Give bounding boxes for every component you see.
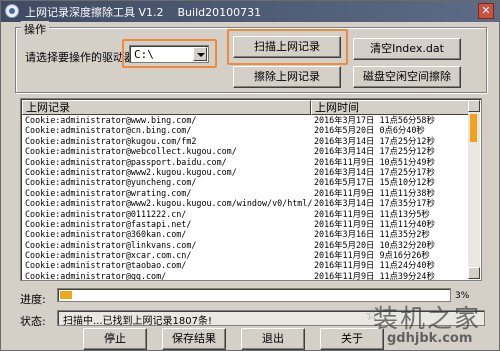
record-cell: Cookie:administrator@360kan.com/: [25, 229, 187, 240]
table-row[interactable]: Cookie:administrator@www2.kugou.kugou.co…: [22, 167, 470, 177]
table-row[interactable]: Cookie:administrator@yuncheng.com/2016年5…: [22, 177, 470, 187]
operation-group-legend: 操作: [21, 21, 49, 37]
table-row[interactable]: Cookie:administrator@xcar.com.cn/2016年11…: [22, 250, 470, 260]
record-cell: Cookie:administrator@kugou.com/fm2: [25, 135, 197, 146]
clear-index-dat-button[interactable]: 清空Index.dat: [353, 38, 461, 60]
record-cell: Cookie:administrator@cn.bing.com/: [25, 125, 192, 136]
progress-percent: 3%: [455, 291, 470, 301]
scrollbar-thumb[interactable]: [470, 114, 477, 142]
table-row[interactable]: Cookie:administrator@www2.kugou.kugou.co…: [22, 198, 470, 208]
time-cell: 2016年11月9日 11点13分5秒: [314, 208, 430, 219]
time-cell: 2016年5月17日 15点10分12秒: [314, 177, 435, 188]
table-row[interactable]: Cookie:administrator@passport.baidu.com/…: [22, 157, 470, 167]
time-cell: 2016年3月14日 17点25分12秒: [314, 146, 435, 157]
scroll-down-button[interactable]: [468, 267, 480, 279]
progress-label: 进度:: [20, 293, 46, 306]
erase-records-button[interactable]: 擦除上网记录: [233, 66, 341, 88]
status-label: 状态:: [20, 315, 46, 328]
list-header: 上网记录 上网时间: [22, 100, 470, 115]
time-cell: 2016年3月14日 17点25分12秒: [314, 135, 435, 146]
time-cell: 2016年3月14日 17点35分17秒: [314, 198, 435, 209]
record-cell: Cookie:administrator@webcollect.kugou.co…: [25, 146, 237, 157]
record-cell: Cookie:administrator@wrating.com/: [25, 187, 192, 198]
table-row[interactable]: Cookie:administrator@wrating.com/2016年11…: [22, 188, 470, 198]
app-window: 上网记录深度擦除工具 V1.2 Build20100731 ✕ 操作 请选择要操…: [0, 0, 500, 351]
status-text: 扫描中...已找到上网记录1807条!: [63, 316, 212, 327]
scan-button-highlight: [227, 29, 348, 65]
record-cell: Cookie:administrator@qq.com/: [25, 270, 167, 281]
record-cell: Cookie:administrator@www2.kugou.kugou.co…: [25, 166, 237, 177]
time-cell: 2016年11月9日 9点16分26秒: [314, 250, 430, 261]
record-cell: Cookie:administrator@www.bing.com/: [25, 115, 197, 125]
time-cell: 2016年11月9日 10点51分49秒: [314, 156, 435, 167]
table-row[interactable]: Cookie:administrator@linkvans.com/2016年5…: [22, 240, 470, 250]
progress-fill: [60, 291, 72, 299]
record-cell: Cookie:administrator@xcar.com.cn/: [25, 250, 192, 261]
time-cell: 2016年3月14日 17点25分17秒: [314, 166, 435, 177]
record-cell: Cookie:administrator@passport.baidu.com/: [25, 156, 227, 167]
table-row[interactable]: Cookie:administrator@taobao.com/2016年11月…: [22, 260, 470, 270]
table-row[interactable]: Cookie:administrator@webcollect.kugou.co…: [22, 146, 470, 156]
drive-select-highlight: [122, 39, 217, 68]
record-cell: Cookie:administrator@fastapi.net/: [25, 218, 192, 229]
table-row[interactable]: Cookie:administrator@qq.com/2016年11月9日 1…: [22, 270, 470, 281]
time-cell: 2016年3月16日 11点35分2秒: [314, 229, 430, 240]
close-button[interactable]: ✕: [478, 3, 494, 19]
record-cell: Cookie:administrator@taobao.com/: [25, 260, 187, 271]
table-row[interactable]: Cookie:administrator@0111222.cn/2016年11月…: [22, 209, 470, 219]
table-row[interactable]: Cookie:administrator@kugou.com/fm2 2016年3…: [22, 136, 470, 146]
time-cell: 2016年11月9日 11点11分40秒: [314, 218, 435, 229]
time-cell: 2016年11月9日 11点24分40秒: [314, 260, 435, 271]
watermark-url: gdhjbk.com: [387, 331, 473, 346]
about-button[interactable]: 关于: [320, 328, 384, 350]
vertical-scrollbar[interactable]: [468, 100, 480, 279]
table-row[interactable]: Cookie:administrator@360kan.com/2016年3月1…: [22, 229, 470, 239]
time-cell: 2016年11月9日 11点11分38秒: [314, 187, 435, 198]
progress-bar: [57, 288, 451, 302]
records-list[interactable]: 上网记录 上网时间 Cookie:administrator@www.bing.…: [20, 98, 482, 281]
status-box: 扫描中...已找到上网记录1807条!: [57, 310, 485, 327]
table-row[interactable]: Cookie:administrator@fastapi.net/2016年11…: [22, 219, 470, 229]
app-icon: [5, 4, 19, 18]
save-results-button[interactable]: 保存结果: [162, 328, 226, 350]
table-row[interactable]: Cookie:administrator@cn.bing.com/2016年5月…: [22, 125, 470, 135]
list-rows: Cookie:administrator@www.bing.com/2016年3…: [22, 115, 470, 281]
title-bar[interactable]: 上网记录深度擦除工具 V1.2 Build20100731 ✕: [1, 1, 499, 22]
column-header-record[interactable]: 上网记录: [22, 100, 311, 115]
record-cell: Cookie:administrator@0111222.cn/: [25, 208, 187, 219]
scroll-up-button[interactable]: [468, 100, 480, 112]
wipe-free-space-button[interactable]: 磁盘空闲空间擦除: [353, 66, 461, 88]
record-cell: Cookie:administrator@linkvans.com/: [25, 239, 197, 250]
time-cell: 2016年5月20日 10点32分20秒: [314, 239, 435, 250]
time-cell: 2016年3月17日 11点56分58秒: [314, 115, 435, 125]
column-header-time[interactable]: 上网时间: [311, 100, 470, 115]
time-cell: 2016年11月9日 11点39分24秒: [314, 270, 435, 281]
stop-button[interactable]: 停止: [83, 328, 147, 350]
window-title: 上网记录深度擦除工具 V1.2 Build20100731: [25, 6, 262, 19]
record-cell: Cookie:administrator@www2.kugou.kugou.co…: [25, 198, 313, 209]
exit-button[interactable]: 退出: [241, 328, 305, 350]
time-cell: 2016年5月20日 0点6分40秒: [314, 125, 425, 136]
table-row[interactable]: Cookie:administrator@www.bing.com/2016年3…: [22, 115, 470, 125]
record-cell: Cookie:administrator@yuncheng.com/: [25, 177, 197, 188]
